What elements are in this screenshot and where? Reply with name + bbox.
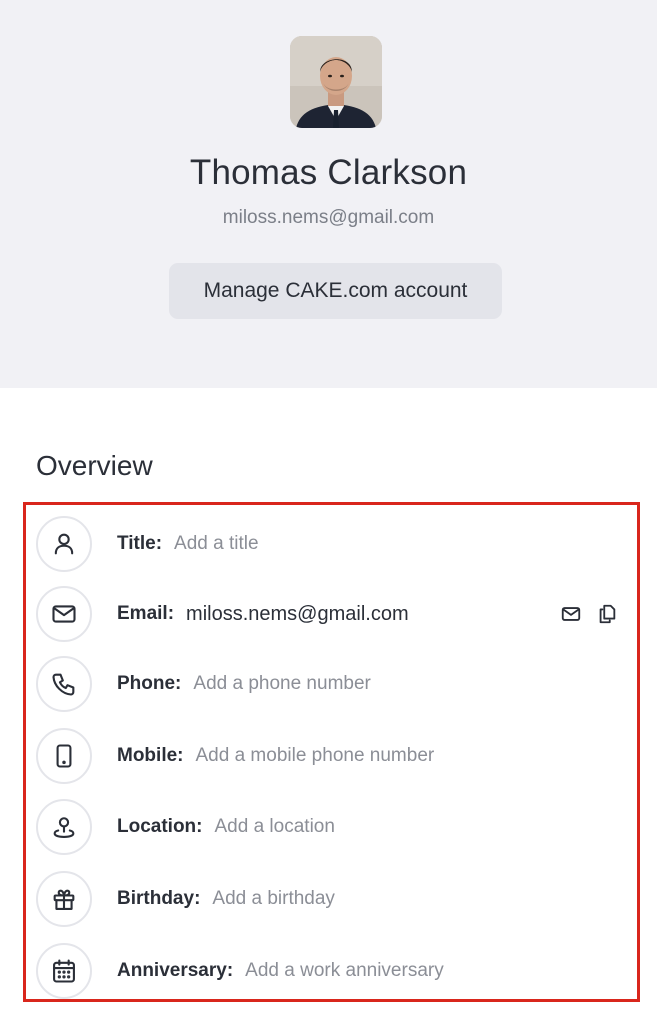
send-email-icon[interactable] <box>560 603 582 625</box>
avatar[interactable] <box>290 36 382 128</box>
row-label: Title: <box>117 533 163 554</box>
copy-icon[interactable] <box>596 603 618 625</box>
birthday-value[interactable]: Add a birthday <box>212 888 335 910</box>
profile-header: Thomas Clarkson miloss.nems@gmail.com Ma… <box>0 0 657 388</box>
overview-row-birthday[interactable]: Birthday: Add a birthday <box>36 870 636 928</box>
row-label: Location: <box>117 816 203 837</box>
row-label: Mobile: <box>117 745 184 766</box>
email-value: miloss.nems@gmail.com <box>186 602 409 625</box>
row-label: Anniversary: <box>117 960 234 981</box>
overview-row-phone[interactable]: Phone: Add a phone number <box>36 655 636 713</box>
location-value[interactable]: Add a location <box>215 816 335 838</box>
row-label: Phone: <box>117 673 182 694</box>
mobile-value[interactable]: Add a mobile phone number <box>196 745 435 767</box>
person-icon <box>36 516 92 572</box>
profile-name: Thomas Clarkson <box>189 153 468 192</box>
overview-row-mobile[interactable]: Mobile: Add a mobile phone number <box>36 727 636 785</box>
manage-account-button[interactable]: Manage CAKE.com account <box>169 263 502 319</box>
phone-icon <box>36 656 92 712</box>
envelope-icon <box>36 586 92 642</box>
anniversary-value[interactable]: Add a work anniversary <box>245 960 444 982</box>
calendar-icon <box>36 943 92 999</box>
overview-heading: Overview <box>36 450 153 481</box>
phone-value[interactable]: Add a phone number <box>193 673 370 695</box>
overview-row-title[interactable]: Title: Add a title <box>36 515 636 573</box>
gift-icon <box>36 871 92 927</box>
profile-email: miloss.nems@gmail.com <box>222 207 435 228</box>
email-actions <box>560 585 618 643</box>
overview-row-location[interactable]: Location: Add a location <box>36 798 636 856</box>
location-pin-icon <box>36 799 92 855</box>
row-label: Email: <box>117 603 175 624</box>
avatar-photo <box>290 36 382 128</box>
overview-row-email[interactable]: Email: miloss.nems@gmail.com <box>36 585 636 643</box>
overview-row-anniversary[interactable]: Anniversary: Add a work anniversary <box>36 942 636 1000</box>
mobile-icon <box>36 728 92 784</box>
title-value[interactable]: Add a title <box>174 533 259 555</box>
row-label: Birthday: <box>117 888 201 909</box>
